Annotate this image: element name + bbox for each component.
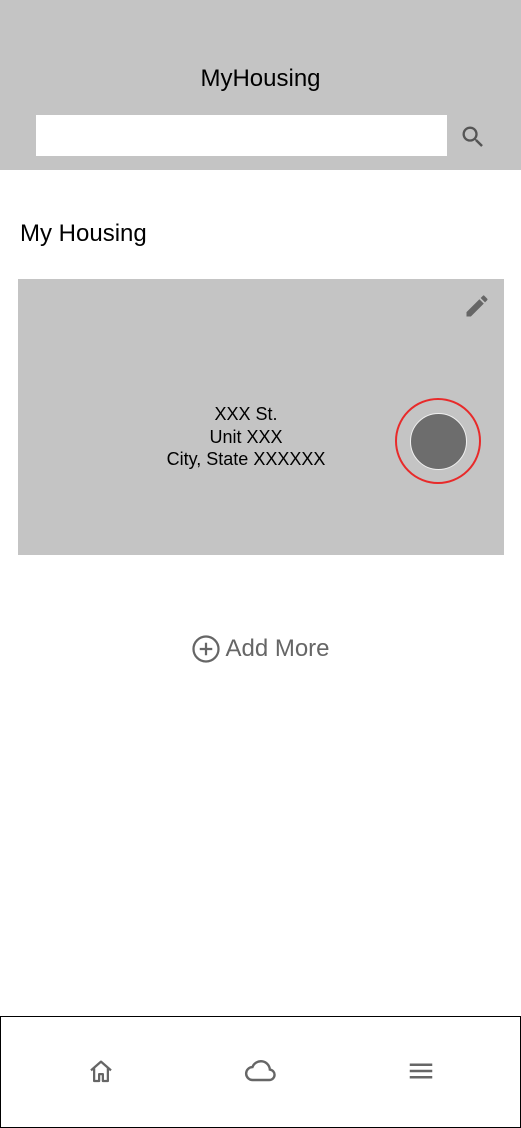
bottom-nav	[0, 1016, 521, 1128]
housing-card[interactable]: XXX St. Unit XXX City, State XXXXXX	[18, 279, 504, 555]
toggle-dot	[409, 412, 467, 470]
housing-select-toggle[interactable]	[395, 398, 481, 484]
edit-button[interactable]	[462, 291, 492, 321]
search-icon	[462, 126, 483, 147]
app-screen: MyHousing My Housing XXX St. Unit XXX Ci…	[0, 0, 521, 1128]
add-more-label: Add More	[225, 635, 330, 662]
section-title: My Housing	[20, 220, 147, 247]
add-more-button[interactable]: Add More	[0, 632, 521, 666]
search-input[interactable]	[36, 115, 447, 156]
search-button[interactable]	[456, 120, 490, 154]
app-title: MyHousing	[200, 65, 321, 92]
pencil-icon	[466, 295, 488, 317]
nav-cloud[interactable]	[241, 1051, 281, 1091]
menu-icon	[409, 1063, 433, 1079]
home-icon	[90, 1060, 112, 1083]
nav-home[interactable]	[81, 1051, 121, 1091]
cloud-icon	[244, 1060, 276, 1082]
nav-menu[interactable]	[401, 1051, 441, 1091]
top-app-bar: MyHousing	[0, 0, 521, 170]
plus-circle-icon	[191, 634, 221, 664]
